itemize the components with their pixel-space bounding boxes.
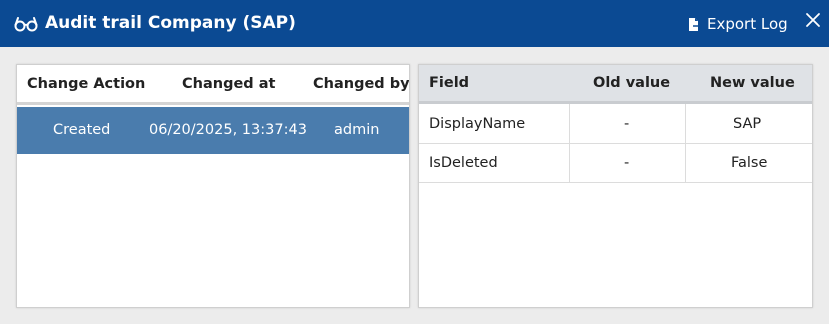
dialog-titlebar: Audit trail Company (SAP) Export Log — [0, 0, 829, 47]
cell-change-action: Created — [53, 122, 111, 138]
column-header-change-action[interactable]: Change Action — [27, 76, 145, 92]
export-log-label: Export Log — [707, 15, 788, 33]
cell-new-value: False — [731, 155, 768, 171]
changes-table-header: Change Action Changed at Changed by — [17, 65, 409, 105]
changes-table-row[interactable]: Created 06/20/2025, 13:37:43 admin — [17, 107, 409, 154]
details-panel: Field Old value New value DisplayName - … — [418, 64, 813, 308]
column-header-new-value[interactable]: New value — [710, 75, 795, 91]
dialog-title: Audit trail Company (SAP) — [45, 13, 296, 33]
column-header-field[interactable]: Field — [429, 75, 469, 91]
file-export-icon — [689, 17, 702, 31]
cell-changed-by: admin — [334, 122, 380, 138]
details-table-row[interactable]: DisplayName - SAP — [419, 106, 812, 144]
cell-field: DisplayName — [429, 116, 526, 132]
column-divider — [569, 104, 570, 182]
changes-panel: Change Action Changed at Changed by Crea… — [16, 64, 410, 308]
details-table-header: Field Old value New value — [419, 65, 812, 104]
details-table-row[interactable]: IsDeleted - False — [419, 145, 812, 183]
column-header-old-value[interactable]: Old value — [593, 75, 670, 91]
cell-field: IsDeleted — [429, 155, 498, 171]
cell-old-value: - — [624, 116, 630, 132]
cell-new-value: SAP — [733, 116, 762, 132]
glasses-icon — [14, 17, 38, 32]
close-icon[interactable] — [804, 11, 822, 29]
export-log-button[interactable]: Export Log — [688, 14, 788, 34]
column-header-changed-by[interactable]: Changed by — [313, 76, 409, 92]
column-divider — [685, 104, 686, 182]
cell-changed-at: 06/20/2025, 13:37:43 — [149, 122, 307, 138]
cell-old-value: - — [624, 155, 630, 171]
column-header-changed-at[interactable]: Changed at — [182, 76, 275, 92]
